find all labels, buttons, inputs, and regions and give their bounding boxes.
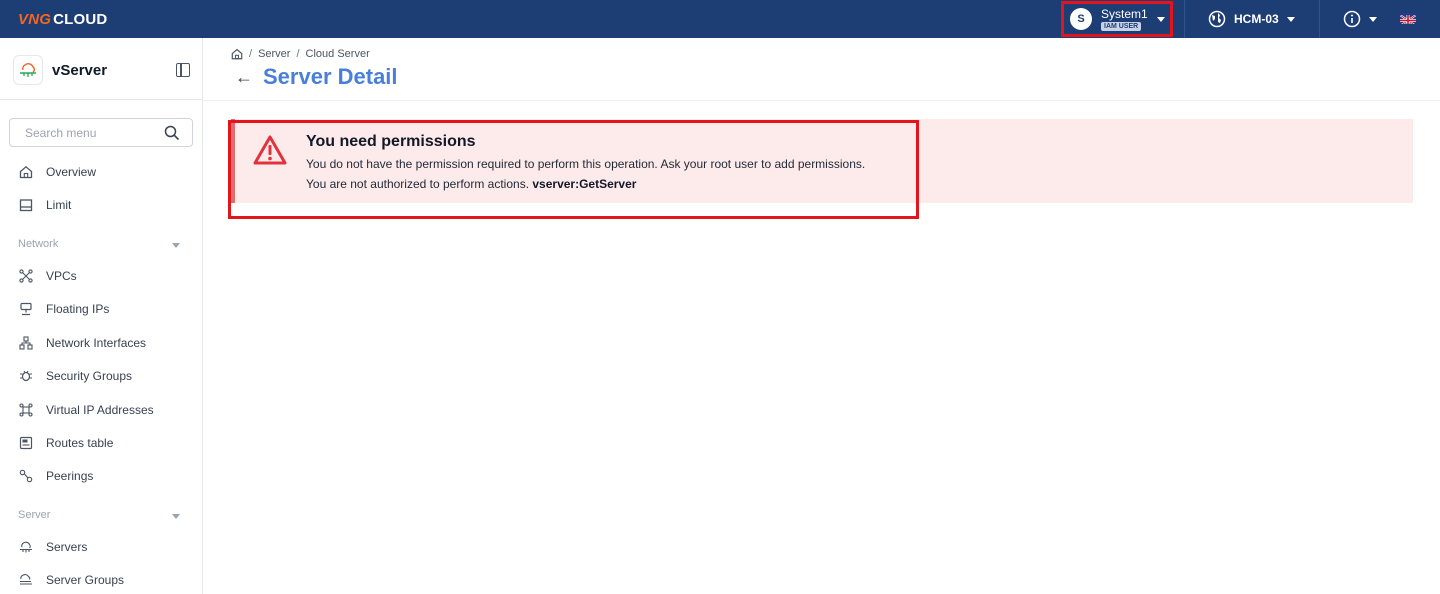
sidebar-item-server-groups[interactable]: Server Groups: [0, 565, 202, 594]
app-title: vServer: [52, 62, 108, 79]
sidebar-item-label: Network Interfaces: [46, 336, 147, 350]
back-arrow-icon[interactable]: ←: [235, 67, 253, 88]
floating-ip-icon: [20, 302, 32, 316]
sidebar-item-routes-table[interactable]: Routes table: [0, 428, 202, 458]
vserver-app-icon: [13, 55, 43, 85]
alert-detail-text: You are not authorized to perform action…: [306, 177, 530, 191]
top-bar: VNG CLOUD S System1 IAM USER HCM-03: [0, 0, 1440, 38]
home-icon: [19, 165, 33, 179]
sidebar-item-label: Overview: [46, 165, 97, 179]
region-selector[interactable]: HCM-03: [1208, 9, 1295, 29]
sidebar-item-servers[interactable]: Servers: [0, 532, 202, 562]
sidebar-item-label: Routes table: [46, 436, 114, 450]
sidebar-item-label: Peerings: [46, 469, 94, 483]
sidebar-header: vServer: [0, 38, 203, 100]
security-group-icon: [20, 370, 32, 382]
sidebar-item-label: Security Groups: [46, 369, 133, 383]
divider: [1184, 0, 1185, 38]
sidebar: vServer Overview Limit Network: [0, 38, 203, 594]
globe-icon: [1208, 10, 1226, 28]
page-title: Server Detail: [263, 64, 398, 89]
breadcrumb-separator: /: [296, 48, 300, 60]
breadcrumb-separator: /: [249, 48, 253, 60]
home-icon[interactable]: [231, 48, 243, 60]
peering-icon: [19, 469, 33, 483]
help-menu-button[interactable]: [1343, 9, 1377, 29]
sidebar-item-label: VPCs: [46, 269, 77, 283]
chevron-down-icon: [172, 514, 180, 519]
breadcrumb-server[interactable]: Server: [258, 48, 290, 60]
limit-icon: [19, 199, 33, 212]
sidebar-item-floating-ips[interactable]: Floating IPs: [0, 294, 202, 324]
breadcrumb-cloud-server[interactable]: Cloud Server: [306, 48, 370, 60]
language-flag-icon[interactable]: [1400, 13, 1416, 24]
routes-table-icon: [19, 436, 33, 450]
sidebar-item-limit[interactable]: Limit: [0, 190, 202, 220]
sidebar-item-virtual-ip-addresses[interactable]: Virtual IP Addresses: [0, 395, 202, 425]
sidebar-item-overview[interactable]: Overview: [0, 157, 202, 187]
vpc-icon: [19, 269, 33, 283]
warning-icon: [253, 135, 287, 165]
chevron-down-icon: [1156, 16, 1165, 22]
server-group-icon: [20, 574, 32, 585]
chevron-down-icon: [1369, 16, 1377, 22]
page-header: / Server / Cloud Server ← Server Detail: [203, 38, 1440, 101]
section-server[interactable]: Server: [0, 506, 202, 526]
sidebar-item-label: Virtual IP Addresses: [46, 403, 154, 417]
user-name: System1: [1101, 6, 1148, 21]
info-icon: [1343, 10, 1361, 28]
sidebar-item-label: Servers: [46, 540, 88, 554]
region-label: HCM-03: [1234, 12, 1279, 26]
user-role-badge: IAM USER: [1101, 21, 1142, 31]
alert-message: You do not have the permission required …: [306, 157, 866, 171]
logo-vng-text: VNG: [18, 10, 52, 28]
sidebar-item-peerings[interactable]: Peerings: [0, 461, 202, 491]
virtual-ip-icon: [19, 403, 33, 417]
server-icon: [20, 541, 32, 553]
network-interface-icon: [19, 336, 33, 350]
sidebar-item-label: Floating IPs: [46, 302, 110, 316]
alert-detail: You are not authorized to perform action…: [306, 177, 636, 191]
sidebar-collapse-icon[interactable]: [176, 63, 190, 77]
sidebar-item-label: Limit: [46, 198, 72, 212]
divider: [1319, 0, 1320, 38]
chevron-down-icon: [172, 243, 180, 248]
breadcrumb: / Server / Cloud Server: [231, 48, 370, 60]
sidebar-item-network-interfaces[interactable]: Network Interfaces: [0, 328, 202, 358]
sidebar-item-vpcs[interactable]: VPCs: [0, 261, 202, 291]
alert-title: You need permissions: [306, 133, 476, 150]
chevron-down-icon: [1286, 16, 1295, 22]
section-label: Network: [18, 238, 59, 250]
vng-cloud-logo[interactable]: VNG CLOUD: [18, 10, 107, 28]
search-icon[interactable]: [164, 125, 180, 141]
avatar: S: [1070, 8, 1092, 30]
sidebar-item-label: Server Groups: [46, 573, 125, 587]
logo-cloud-text: CLOUD: [53, 10, 108, 28]
section-label: Server: [18, 509, 51, 521]
sidebar-item-security-groups[interactable]: Security Groups: [0, 361, 202, 391]
section-network[interactable]: Network: [0, 235, 202, 255]
alert-action-name: vserver:GetServer: [532, 177, 637, 191]
user-menu-button[interactable]: S System1 IAM USER: [1061, 1, 1173, 37]
